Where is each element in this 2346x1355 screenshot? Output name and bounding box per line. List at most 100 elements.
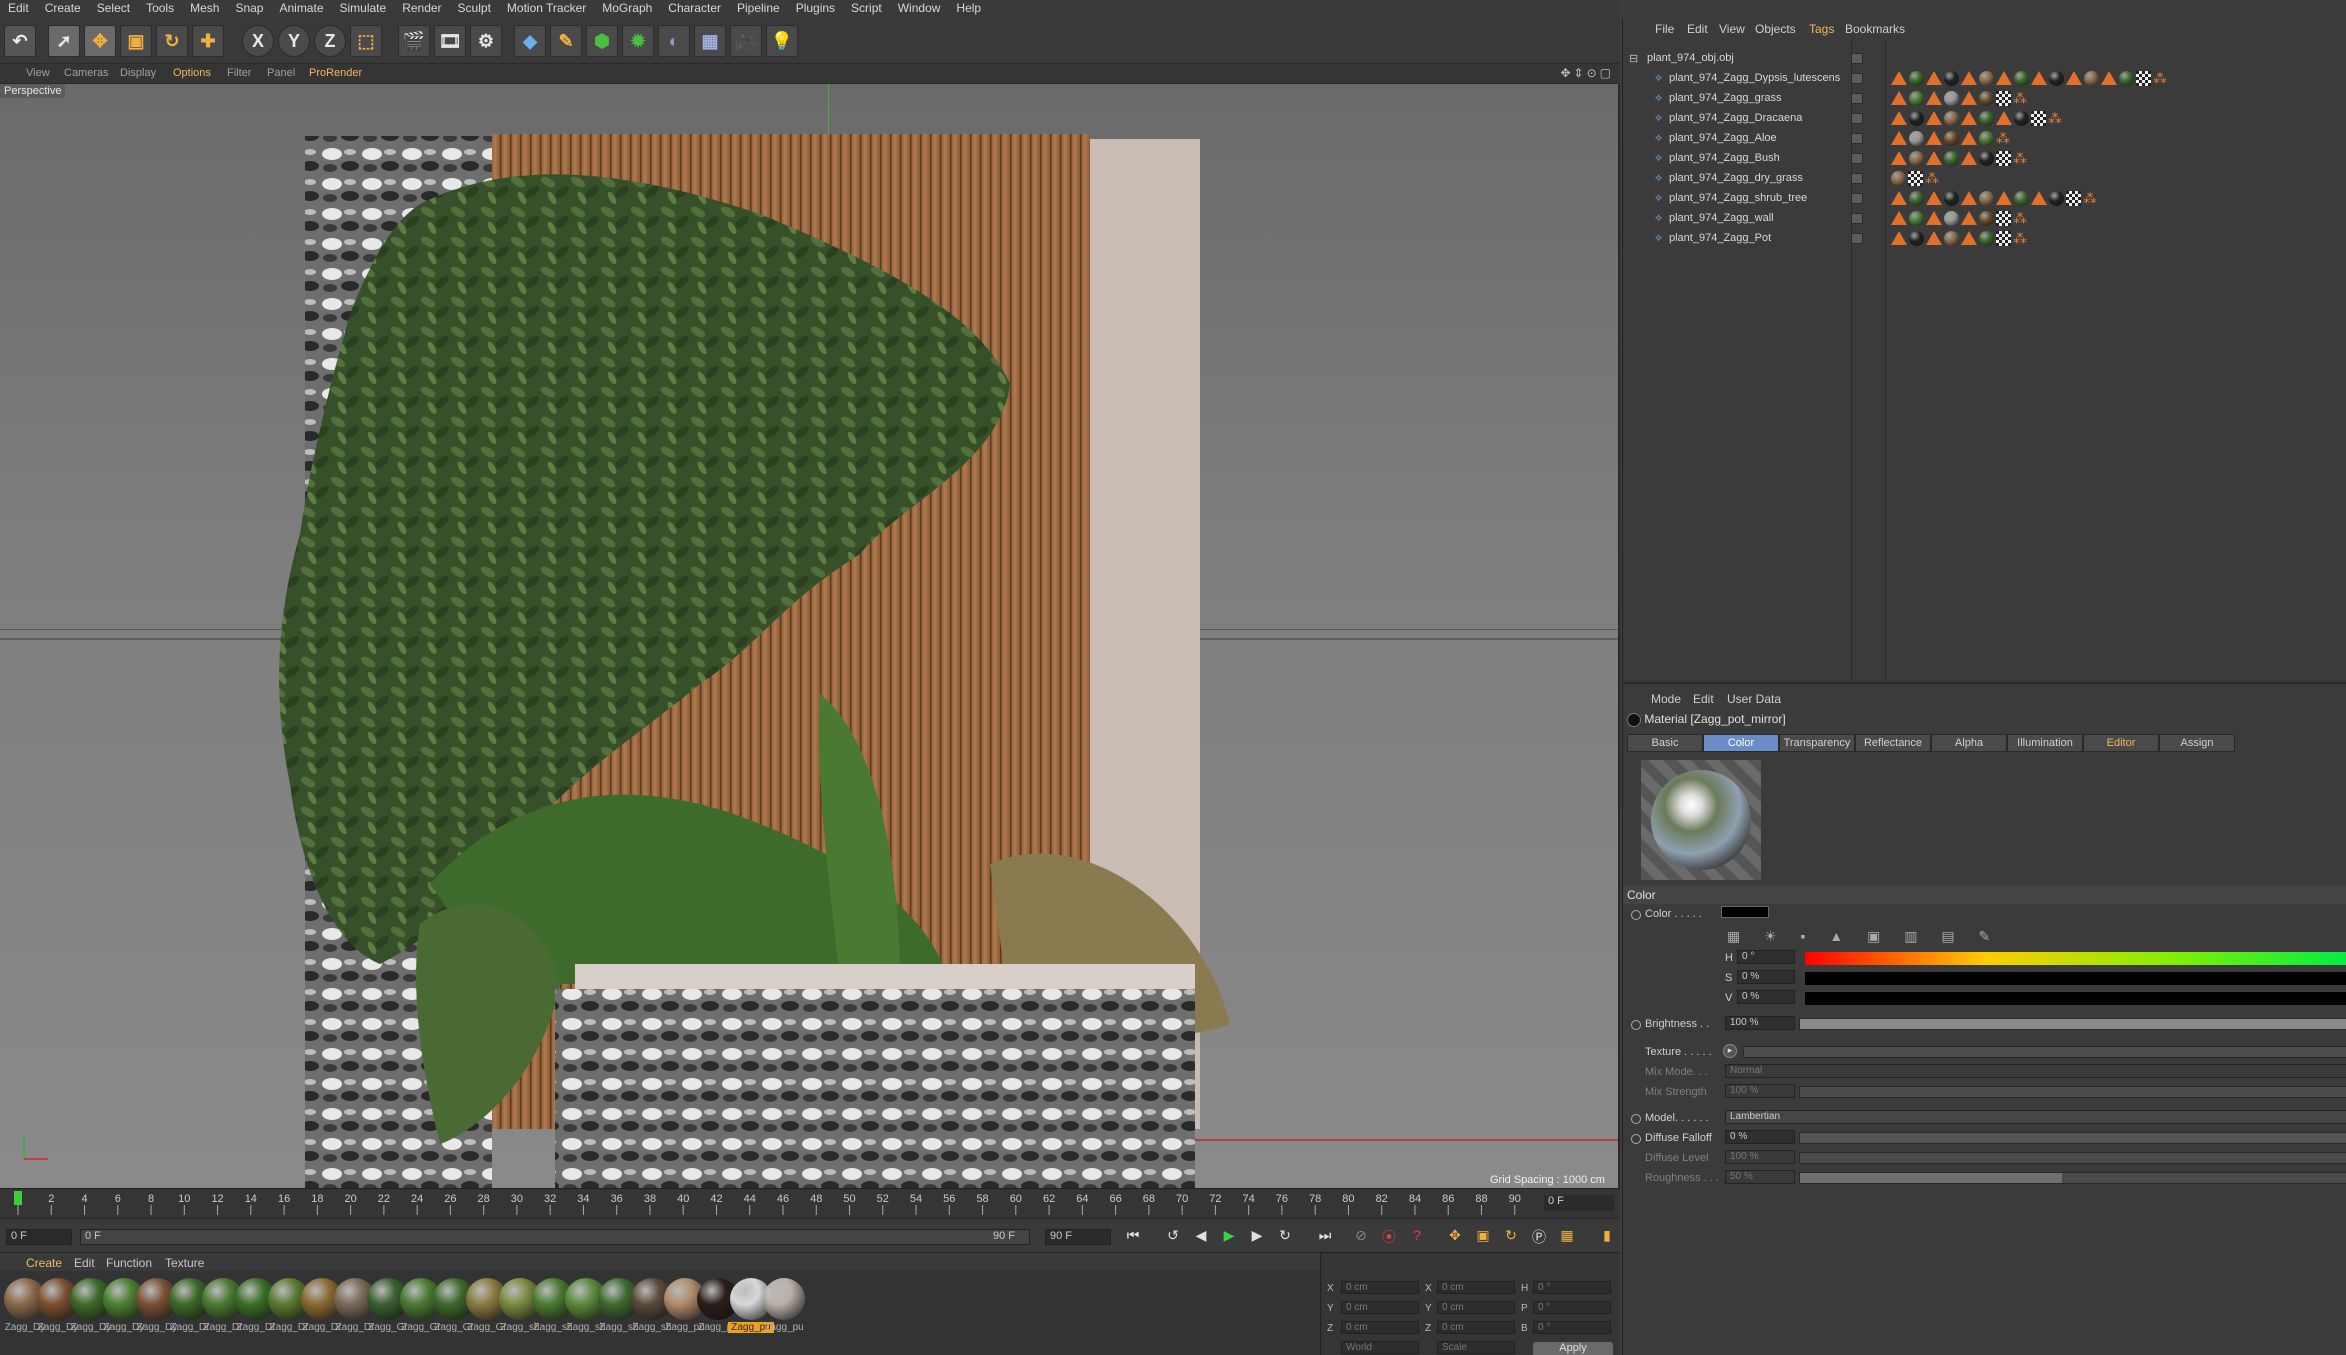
visibility-toggle[interactable] xyxy=(1851,173,1863,184)
material-tag-icon[interactable] xyxy=(1909,191,1924,206)
menu-motion-tracker[interactable]: Motion Tracker xyxy=(499,0,594,18)
object-menu-objects[interactable]: Objects xyxy=(1755,22,1796,36)
material-menu-create[interactable]: Create xyxy=(26,1256,62,1270)
object-name[interactable]: plant_974_Zagg_wall xyxy=(1669,212,1774,224)
phong-tag-icon[interactable] xyxy=(1891,151,1907,165)
go-to-start-icon[interactable]: ⏮ xyxy=(1122,1227,1144,1247)
apply-button[interactable]: Apply xyxy=(1533,1342,1613,1355)
material-tag-icon[interactable] xyxy=(1979,191,1994,206)
undo-button[interactable]: ↶ xyxy=(4,25,36,57)
visibility-toggle[interactable] xyxy=(1851,73,1863,84)
object-menu-file[interactable]: File xyxy=(1655,22,1674,36)
mix-mode-dropdown[interactable]: Normal xyxy=(1725,1064,2346,1078)
current-frame-field[interactable]: 0 F xyxy=(1544,1195,1614,1211)
material-tag-icon[interactable] xyxy=(1979,71,1994,86)
material-tag-icon[interactable] xyxy=(2014,191,2029,206)
visibility-toggle[interactable] xyxy=(1851,233,1863,244)
diffuse-falloff-slider[interactable] xyxy=(1799,1132,2346,1144)
timeline-ruler[interactable]: 0246810121416182022242628303234363840424… xyxy=(0,1188,1620,1218)
saturation-slider[interactable] xyxy=(1805,972,2346,985)
phong-tag-icon[interactable] xyxy=(2031,71,2047,85)
phong-tag-icon[interactable] xyxy=(1996,191,2012,205)
material-tag-icon[interactable] xyxy=(1909,111,1924,126)
object-menu-tags[interactable]: Tags xyxy=(1809,22,1834,36)
menu-simulate[interactable]: Simulate xyxy=(332,0,395,18)
material-item[interactable]: Zagg_pu xyxy=(761,1278,807,1348)
material-menu-edit[interactable]: Edit xyxy=(74,1256,95,1270)
visibility-toggle[interactable] xyxy=(1851,193,1863,204)
mix-strength-slider[interactable] xyxy=(1799,1086,2346,1098)
viewport-menu-cameras[interactable]: Cameras xyxy=(64,67,109,79)
tab-editor[interactable]: Editor xyxy=(2083,734,2159,752)
selection-tag-icon[interactable]: ⁂ xyxy=(1996,131,2011,146)
object-menu-bookmarks[interactable]: Bookmarks xyxy=(1845,22,1905,36)
tab-basic[interactable]: Basic xyxy=(1627,734,1703,752)
selection-tag-icon[interactable]: ⁂ xyxy=(2013,231,2028,246)
phong-tag-icon[interactable] xyxy=(2066,71,2082,85)
hue-field[interactable]: 0 ° xyxy=(1737,950,1795,964)
uvw-tag-icon[interactable] xyxy=(1996,231,2011,246)
attr-menu-edit[interactable]: Edit xyxy=(1693,692,1714,706)
last-tool-icon[interactable]: ✚ xyxy=(192,25,224,57)
timeline-layout-icon[interactable]: ▮ xyxy=(1596,1227,1618,1247)
phong-tag-icon[interactable] xyxy=(1996,71,2012,85)
deformer-icon[interactable]: ◐ xyxy=(658,25,690,57)
phong-tag-icon[interactable] xyxy=(1961,71,1977,85)
material-menu-function[interactable]: Function xyxy=(106,1256,152,1270)
object-row[interactable]: ⟡ plant_974_Zagg_wall ⁂ xyxy=(1623,208,2346,228)
coordinate-system-icon[interactable]: ⬚ xyxy=(350,25,382,57)
material-tag-icon[interactable] xyxy=(1944,111,1959,126)
object-name[interactable]: plant_974_Zagg_Pot xyxy=(1669,232,1771,244)
frame-range-slider[interactable]: 0 F 90 F xyxy=(80,1229,1030,1245)
menu-snap[interactable]: Snap xyxy=(227,0,271,18)
render-picture-viewer-icon[interactable]: 🎞 xyxy=(434,25,466,57)
selection-tag-icon[interactable]: ⁂ xyxy=(1925,171,1940,186)
phong-tag-icon[interactable] xyxy=(1926,151,1942,165)
render-settings-icon[interactable]: ⚙ xyxy=(470,25,502,57)
phong-tag-icon[interactable] xyxy=(1961,151,1977,165)
material-tag-icon[interactable] xyxy=(1944,71,1959,86)
diffuse-falloff-field[interactable]: 0 % xyxy=(1725,1130,1795,1144)
selection-tag-icon[interactable]: ⁂ xyxy=(2013,151,2028,166)
selection-tag-icon[interactable]: ⁂ xyxy=(2083,191,2098,206)
object-name[interactable]: plant_974_Zagg_Dypsis_lutescens xyxy=(1669,72,1840,84)
scale-dropdown[interactable]: Scale xyxy=(1437,1341,1515,1354)
phong-tag-icon[interactable] xyxy=(2031,191,2047,205)
tab-assign[interactable]: Assign xyxy=(2159,734,2235,752)
material-tag-icon[interactable] xyxy=(1979,211,1994,226)
phong-tag-icon[interactable] xyxy=(1891,191,1907,205)
visibility-toggle[interactable] xyxy=(1851,113,1863,124)
roughness-field[interactable]: 50 % xyxy=(1725,1170,1795,1184)
size-z-field[interactable]: 0 cm xyxy=(1437,1321,1515,1334)
playhead-marker[interactable] xyxy=(14,1191,22,1205)
material-menu-texture[interactable]: Texture xyxy=(165,1256,204,1270)
menu-script[interactable]: Script xyxy=(843,0,890,18)
y-axis-lock-button[interactable]: Y xyxy=(278,25,310,57)
size-x-field[interactable]: 0 cm xyxy=(1437,1281,1515,1294)
menu-mesh[interactable]: Mesh xyxy=(182,0,227,18)
menu-mograph[interactable]: MoGraph xyxy=(594,0,660,18)
material-tag-icon[interactable] xyxy=(1944,91,1959,106)
key-pla-icon[interactable]: ▦ xyxy=(1556,1227,1578,1247)
uvw-tag-icon[interactable] xyxy=(1996,151,2011,166)
attr-menu-user-data[interactable]: User Data xyxy=(1727,692,1781,706)
phong-tag-icon[interactable] xyxy=(1961,91,1977,105)
phong-tag-icon[interactable] xyxy=(1961,131,1977,145)
z-axis-lock-button[interactable]: Z xyxy=(314,25,346,57)
menu-edit[interactable]: Edit xyxy=(0,0,37,18)
end-frame-field[interactable]: 90 F xyxy=(1045,1229,1111,1245)
object-name[interactable]: plant_974_Zagg_Dracaena xyxy=(1669,112,1802,124)
object-name[interactable]: plant_974_Zagg_shrub_tree xyxy=(1669,192,1807,204)
selection-tag-icon[interactable]: ⁂ xyxy=(2048,111,2063,126)
root-object-name[interactable]: plant_974_obj.obj xyxy=(1647,52,1734,64)
material-tag-icon[interactable] xyxy=(2049,71,2064,86)
floor-icon[interactable]: ▦ xyxy=(694,25,726,57)
key-position-icon[interactable]: ✥ xyxy=(1444,1227,1466,1247)
visibility-toggle[interactable] xyxy=(1851,133,1863,144)
selection-tag-icon[interactable]: ⁂ xyxy=(2013,91,2028,106)
material-tag-icon[interactable] xyxy=(1979,91,1994,106)
position-y-field[interactable]: 0 cm xyxy=(1341,1301,1419,1314)
phong-tag-icon[interactable] xyxy=(1996,111,2012,125)
phong-tag-icon[interactable] xyxy=(1926,211,1942,225)
diffuse-level-field[interactable]: 100 % xyxy=(1725,1150,1795,1164)
